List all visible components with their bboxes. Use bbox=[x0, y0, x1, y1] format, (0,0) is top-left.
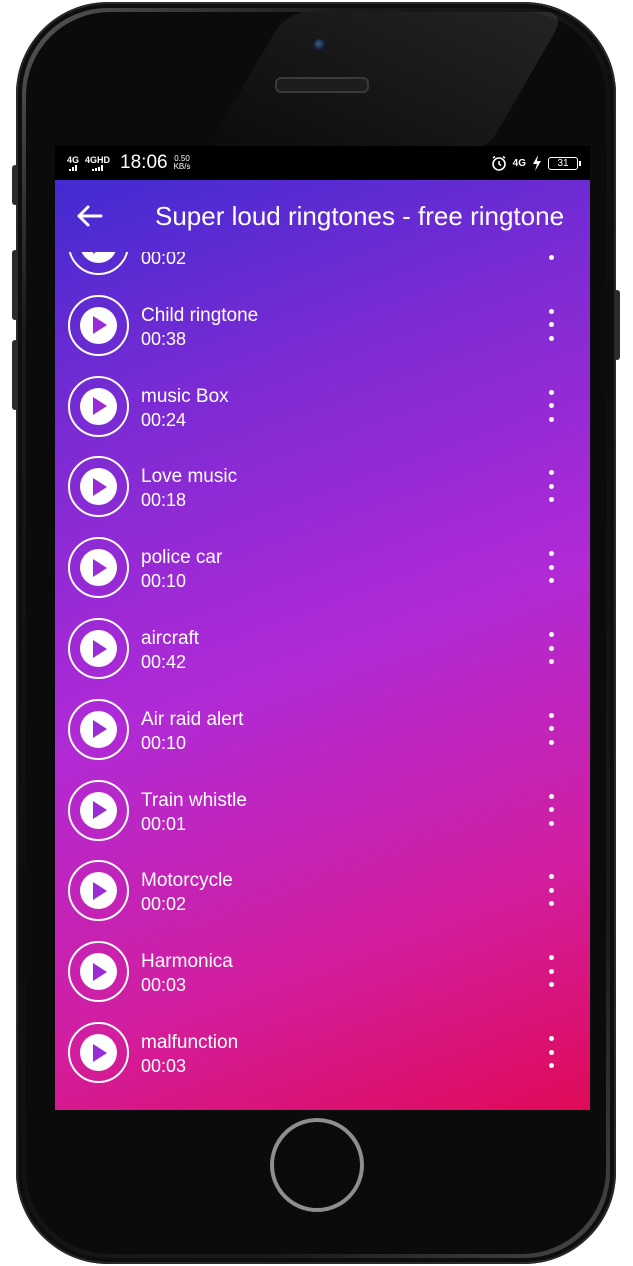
ringtone-duration: 00:10 bbox=[141, 732, 187, 753]
play-button[interactable] bbox=[68, 698, 129, 760]
ringtone-duration: 00:38 bbox=[141, 328, 187, 349]
play-icon bbox=[92, 801, 107, 820]
page-title: Super loud ringtones - free ringtones bbox=[155, 200, 563, 231]
play-disc bbox=[80, 872, 117, 910]
play-button[interactable] bbox=[68, 779, 129, 841]
arrow-left-icon bbox=[77, 205, 103, 227]
play-icon bbox=[92, 397, 107, 416]
signal-lte: 4G bbox=[512, 157, 526, 169]
play-button[interactable] bbox=[68, 252, 129, 275]
play-icon bbox=[92, 639, 107, 658]
play-button[interactable] bbox=[68, 537, 129, 599]
ringtone-title: aircraft bbox=[141, 628, 200, 649]
battery-icon: 31 bbox=[548, 156, 581, 170]
more-vert-icon[interactable] bbox=[539, 874, 563, 907]
play-icon bbox=[92, 252, 95, 254]
play-disc bbox=[80, 630, 117, 667]
play-disc bbox=[80, 791, 117, 829]
app-bar: Super loud ringtones - free ringtones bbox=[55, 180, 590, 252]
play-disc bbox=[80, 468, 117, 506]
ringtone-row[interactable]: Motorcycle 00:02 bbox=[55, 850, 590, 931]
play-button[interactable] bbox=[68, 1022, 129, 1083]
play-disc bbox=[80, 387, 117, 425]
play-button[interactable] bbox=[68, 618, 129, 679]
volume-up-button bbox=[12, 250, 18, 320]
play-icon bbox=[92, 316, 107, 335]
play-disc bbox=[80, 710, 117, 748]
play-icon bbox=[92, 477, 107, 496]
ringtone-duration: 00:18 bbox=[141, 490, 187, 511]
ringtone-title: Child ringtone bbox=[141, 304, 259, 326]
ringtone-duration: 00:02 bbox=[141, 252, 187, 268]
play-icon bbox=[92, 720, 107, 739]
ringtone-row[interactable]: aircraft 00:42 bbox=[55, 608, 590, 689]
play-button[interactable] bbox=[68, 860, 129, 922]
app-screen: 4G 4GHD 18:06 0.50 KB/s 4G 31 Super loud… bbox=[55, 146, 590, 1110]
more-vert-icon[interactable] bbox=[539, 470, 563, 503]
play-icon bbox=[92, 1043, 107, 1062]
play-button[interactable] bbox=[68, 375, 129, 437]
ringtone-title: Air raid alert bbox=[141, 708, 244, 730]
play-button[interactable] bbox=[68, 456, 129, 518]
ringtone-title: malfunction bbox=[141, 1032, 239, 1053]
ringtone-row[interactable]: Child ringtone 00:38 bbox=[55, 285, 590, 366]
ringtone-duration: 00:03 bbox=[141, 1056, 187, 1076]
play-icon bbox=[92, 962, 107, 981]
ringtone-title: Harmonica bbox=[141, 951, 233, 973]
ringtone-duration: 00:10 bbox=[141, 571, 187, 592]
ringtone-list: 00:02 Child ringtone 00:38 music Box 00:24 Lo… bbox=[55, 252, 590, 1110]
signal-1: 4G bbox=[67, 155, 79, 171]
network-speed: 0.50 KB/s bbox=[173, 154, 191, 171]
status-time: 18:06 bbox=[120, 152, 168, 173]
ringtone-duration: 00:24 bbox=[141, 409, 187, 430]
ringtone-title: Train whistle bbox=[141, 789, 247, 811]
front-camera bbox=[314, 39, 326, 51]
alarm-icon bbox=[491, 155, 506, 171]
ringtone-duration: 00:02 bbox=[141, 894, 187, 915]
play-disc bbox=[80, 252, 117, 263]
ringtone-duration: 00:01 bbox=[141, 813, 187, 834]
more-vert-icon[interactable] bbox=[539, 551, 563, 584]
play-icon bbox=[92, 881, 107, 900]
ringtone-row[interactable]: Air raid alert 00:10 bbox=[55, 689, 590, 770]
ringtone-row[interactable]: police car 00:10 bbox=[55, 527, 590, 608]
more-vert-icon[interactable] bbox=[539, 389, 563, 422]
ringtone-row[interactable]: Love music 00:18 bbox=[55, 446, 590, 527]
more-vert-icon[interactable] bbox=[539, 1036, 563, 1068]
ringtone-duration: 00:42 bbox=[141, 652, 187, 672]
play-disc bbox=[80, 306, 117, 344]
play-disc bbox=[80, 953, 117, 991]
volume-down-button bbox=[12, 340, 18, 410]
ringtone-row[interactable]: malfunction 00:03 bbox=[55, 1012, 590, 1093]
more-vert-icon[interactable] bbox=[539, 308, 563, 341]
play-disc bbox=[80, 549, 117, 587]
ringtone-row[interactable]: Harmonica 00:03 bbox=[55, 931, 590, 1012]
home-button[interactable] bbox=[270, 1118, 364, 1212]
mute-switch bbox=[12, 165, 18, 205]
power-button bbox=[614, 290, 620, 360]
ringtone-title: police car bbox=[141, 547, 223, 569]
earpiece-speaker bbox=[275, 77, 369, 93]
ringtone-row[interactable]: 00:02 bbox=[55, 252, 590, 285]
ringtone-row[interactable]: music Box 00:24 bbox=[55, 366, 590, 447]
ringtone-title: Love music bbox=[141, 466, 238, 488]
ringtone-duration: 00:03 bbox=[141, 975, 187, 996]
more-vert-icon[interactable] bbox=[539, 712, 563, 745]
charging-icon bbox=[533, 155, 541, 171]
ringtone-title: music Box bbox=[141, 385, 229, 407]
more-vert-icon[interactable] bbox=[539, 252, 563, 260]
more-vert-icon[interactable] bbox=[539, 632, 563, 664]
signal-2: 4GHD bbox=[85, 155, 110, 171]
back-button[interactable] bbox=[55, 180, 123, 252]
more-vert-icon[interactable] bbox=[539, 793, 563, 826]
ringtone-title: Motorcycle bbox=[141, 870, 233, 892]
more-vert-icon[interactable] bbox=[539, 955, 563, 988]
play-button[interactable] bbox=[68, 941, 129, 1003]
ringtone-row[interactable]: Train whistle 00:01 bbox=[55, 770, 590, 851]
play-button[interactable] bbox=[68, 294, 129, 356]
play-icon bbox=[92, 558, 107, 577]
status-bar: 4G 4GHD 18:06 0.50 KB/s 4G 31 bbox=[55, 146, 590, 180]
play-disc bbox=[80, 1034, 117, 1071]
